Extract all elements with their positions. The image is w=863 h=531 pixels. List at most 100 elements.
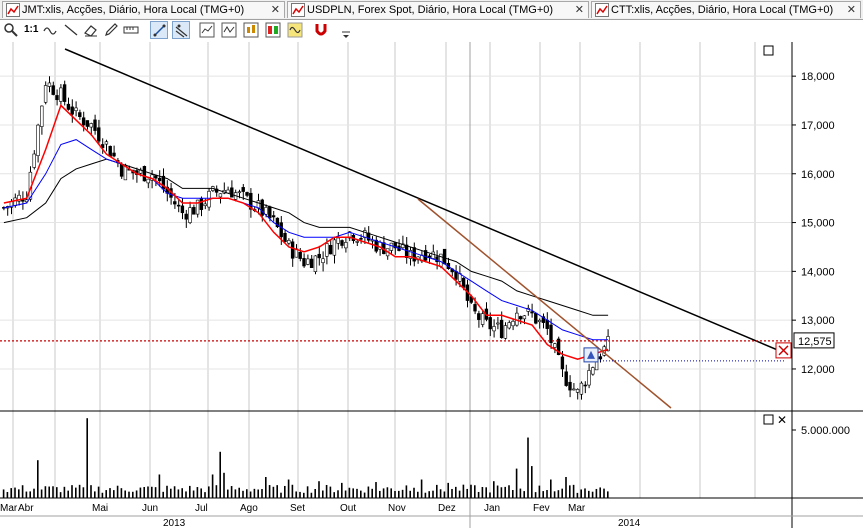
candle-body (488, 317, 492, 330)
candle-body (340, 240, 344, 246)
one-to-one-button[interactable]: 1:1 (22, 21, 40, 39)
candle-body (157, 177, 162, 182)
x-month-label: Ago (240, 503, 258, 514)
close-icon[interactable]: ✕ (847, 3, 856, 16)
volume-bar (223, 472, 225, 498)
tab-ctt[interactable]: CTT:xlis, Acções, Diário, Hora Local (TM… (591, 1, 861, 18)
volume-bar (595, 488, 598, 498)
volume-bar (470, 484, 472, 498)
volume-bar (204, 492, 206, 498)
volume-bar (474, 485, 476, 498)
candle-body (511, 320, 515, 327)
candle-body (473, 304, 477, 312)
chart-type-a-button[interactable] (198, 21, 216, 39)
volume-bar (401, 489, 404, 498)
tab-label: JMT:xlis, Acções, Diário, Hora Local (TM… (22, 4, 245, 16)
volume-bar (512, 490, 514, 498)
close-icon: ✕ (777, 413, 787, 427)
volume-bar (29, 491, 31, 498)
close-icon[interactable]: ✕ (575, 3, 584, 16)
candle-body (534, 312, 538, 324)
close-icon[interactable]: ✕ (271, 3, 280, 16)
candle-body (62, 84, 67, 102)
magnet-button[interactable] (312, 21, 330, 39)
candle-body (268, 206, 272, 219)
candle-body (560, 356, 565, 370)
tab-jmt[interactable]: JMT:xlis, Acções, Diário, Hora Local (TM… (2, 1, 285, 18)
volume-bar (603, 488, 605, 498)
candle-body (572, 388, 576, 391)
volume-bar (322, 490, 324, 498)
volume-bar (242, 490, 244, 498)
candle-body (579, 382, 584, 395)
candle-body (522, 315, 527, 320)
volume-bar (215, 485, 218, 498)
volume-bar (417, 491, 419, 498)
candle-body (176, 204, 181, 207)
hand-wave-button[interactable] (42, 21, 60, 39)
candle-body (74, 107, 78, 112)
candle-body (507, 322, 511, 329)
tab-label: USDPLN, Forex Spot, Diário, Hora Local (… (307, 4, 554, 16)
ruler-button[interactable] (122, 21, 140, 39)
candle-body (59, 87, 63, 102)
y-tick-label: 14,000 (801, 266, 835, 278)
current-price-label: 12,575 (798, 336, 832, 348)
zoom-button[interactable] (2, 21, 20, 39)
volume-bar (310, 492, 313, 498)
volume-bar (379, 490, 381, 498)
tab-label: CTT:xlis, Acções, Diário, Hora Local (TM… (611, 4, 834, 16)
volume-bar (500, 487, 503, 498)
chart-area[interactable]: 18,000 17,000 16,000 15,000 14,000 13,000 12,0… (0, 42, 863, 529)
eraser-button[interactable] (82, 21, 100, 39)
volume-bar (78, 484, 81, 498)
candle-body (503, 325, 508, 339)
volume-bar (97, 486, 100, 498)
volume-bar (211, 474, 214, 498)
candle-body (81, 117, 86, 126)
volume-bar (599, 487, 601, 498)
volume-bar (496, 485, 499, 498)
trendline-button[interactable] (150, 21, 168, 39)
chart-type-d-button[interactable] (264, 21, 282, 39)
one-to-one-icon: 1:1 (24, 24, 39, 35)
x-month-label: Set (290, 503, 305, 514)
candle-body (549, 324, 553, 343)
volume-bar (375, 482, 377, 498)
volume-bar (303, 492, 305, 498)
tab-usdpln[interactable]: USDPLN, Forex Spot, Diário, Hora Local (… (287, 1, 589, 18)
chart-type-e-button[interactable] (286, 21, 304, 39)
candle-body (587, 370, 591, 386)
candle-body (321, 258, 325, 264)
volume-bar (113, 490, 115, 498)
pencil-button[interactable] (102, 21, 120, 39)
volume-bar (333, 492, 335, 498)
volume-bar (546, 490, 548, 498)
maximize-icon (763, 414, 774, 425)
candle-body (142, 166, 147, 182)
candle-body (218, 193, 223, 198)
chart-type-b-button[interactable] (220, 21, 238, 39)
volume-bar (519, 488, 522, 498)
volume-bar (584, 488, 586, 498)
line-tool-button[interactable] (62, 21, 80, 39)
chart-type-c-button[interactable] (242, 21, 260, 39)
volume-bar (21, 485, 24, 498)
candle-body (332, 239, 337, 256)
volume-bar (314, 489, 316, 498)
volume-bar (462, 484, 465, 498)
volume-bar (59, 492, 62, 498)
x-month-label: Mai (92, 503, 108, 514)
chart-type-d-icon (265, 22, 281, 38)
volume-bar (143, 487, 145, 498)
volume-bar (154, 487, 157, 498)
candle-body (344, 242, 348, 249)
y-tick-label: 17,000 (801, 120, 835, 132)
volume-bar (18, 489, 20, 498)
multi-line-icon (175, 24, 188, 38)
volume-bar (394, 490, 396, 498)
volume-bar (162, 491, 164, 498)
candle-body (575, 389, 580, 393)
multi-line-button[interactable] (172, 21, 190, 39)
price-chart[interactable]: 18,000 17,000 16,000 15,000 14,000 13,000 12,0… (0, 42, 863, 529)
